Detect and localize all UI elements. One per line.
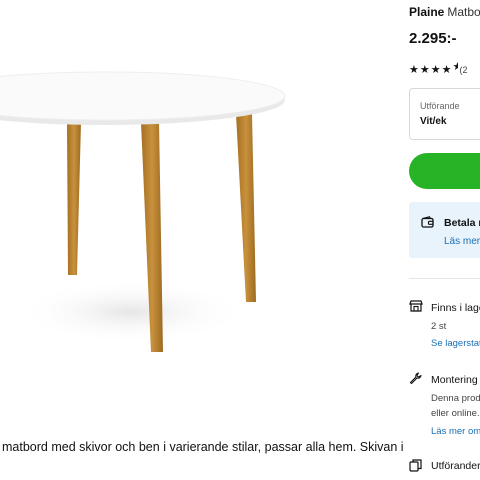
table-leg-right [236,114,256,302]
add-to-cart-button[interactable] [409,153,480,189]
assembly-text-line-1: Denna prod [431,393,480,404]
payment-info-box: Betala m Läs mer [409,202,480,258]
assembly-read-more-link[interactable]: Läs mer om [431,426,480,437]
assembly-text-line-2: eller online. [431,408,480,419]
product-price: 2.295:- [409,30,457,47]
product-image [0,71,286,352]
variant-value: Vit/ek [420,116,447,127]
product-title: PlaineMatbord [409,5,480,19]
copy-icon [409,459,422,472]
table-shadow [15,280,245,344]
rating[interactable]: ★★★★★(2 [409,60,468,76]
variants-section-title[interactable]: Utförander [431,460,480,472]
product-name: Matbord [447,5,480,19]
variant-selector[interactable]: Utförande Vit/ek [409,88,480,140]
product-panel: PlaineMatbord 2.295:- ★★★★★(2 Utförande … [409,0,480,480]
star-icon: ★ [441,64,453,76]
star-icon: ★ [419,64,431,76]
assembly-title: Montering [431,374,478,386]
star-icon: ★ [430,64,442,76]
payment-read-more-link[interactable]: Läs mer [444,236,480,247]
payment-title: Betala m [444,217,480,229]
product-description: matbord med skivor och ben i varierande … [2,440,404,454]
wrench-icon [409,372,422,385]
variant-label: Utförande [420,101,460,111]
stock-status-link[interactable]: Se lagerstat [431,338,480,349]
half-star-icon: ★ [453,60,458,73]
wallet-icon [421,216,434,228]
store-icon [409,300,423,312]
star-icon: ★ [409,64,420,76]
stock-count: 2 st [431,321,447,332]
table-leg-back [67,122,81,275]
divider [409,278,480,279]
brand-name[interactable]: Plaine [409,5,444,19]
stock-title: Finns i lage [431,302,480,314]
rating-count: (2 [459,65,468,75]
